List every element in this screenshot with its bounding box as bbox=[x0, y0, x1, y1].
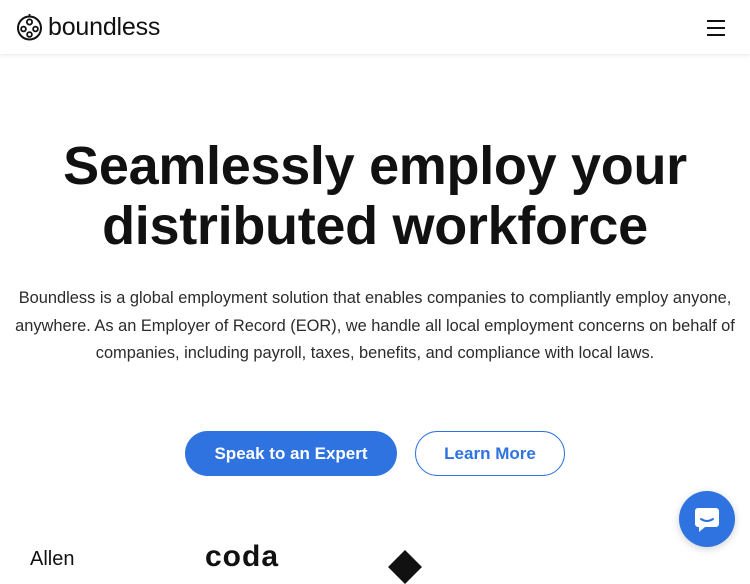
hamburger-menu-icon bbox=[707, 20, 725, 22]
brand-logo[interactable]: boundless bbox=[16, 12, 160, 42]
chat-bubble-icon bbox=[695, 508, 719, 532]
hero-description: Boundless is a global employment solutio… bbox=[15, 289, 735, 362]
learn-more-button[interactable]: Learn More bbox=[415, 431, 565, 476]
client-logo-diamond bbox=[388, 550, 422, 584]
client-logo-allen: Allen bbox=[30, 548, 75, 570]
speak-to-expert-button[interactable]: Speak to an Expert bbox=[185, 431, 397, 476]
globe-people-logo-icon bbox=[17, 14, 42, 41]
brand-name: boundless bbox=[48, 13, 161, 41]
hero-title: Seamlessly employ your distributed workf… bbox=[0, 136, 750, 256]
site-header: boundless bbox=[0, 0, 750, 54]
hamburger-menu-icon-bar bbox=[707, 27, 725, 29]
hamburger-menu-icon-bar bbox=[707, 34, 725, 36]
hero-title-line-2: distributed workforce bbox=[102, 196, 648, 256]
chat-button[interactable] bbox=[679, 491, 735, 547]
client-logo-coda: coda bbox=[205, 540, 280, 573]
menu-button[interactable] bbox=[704, 17, 730, 39]
hero-title-line-1: Seamlessly employ your bbox=[63, 136, 687, 196]
